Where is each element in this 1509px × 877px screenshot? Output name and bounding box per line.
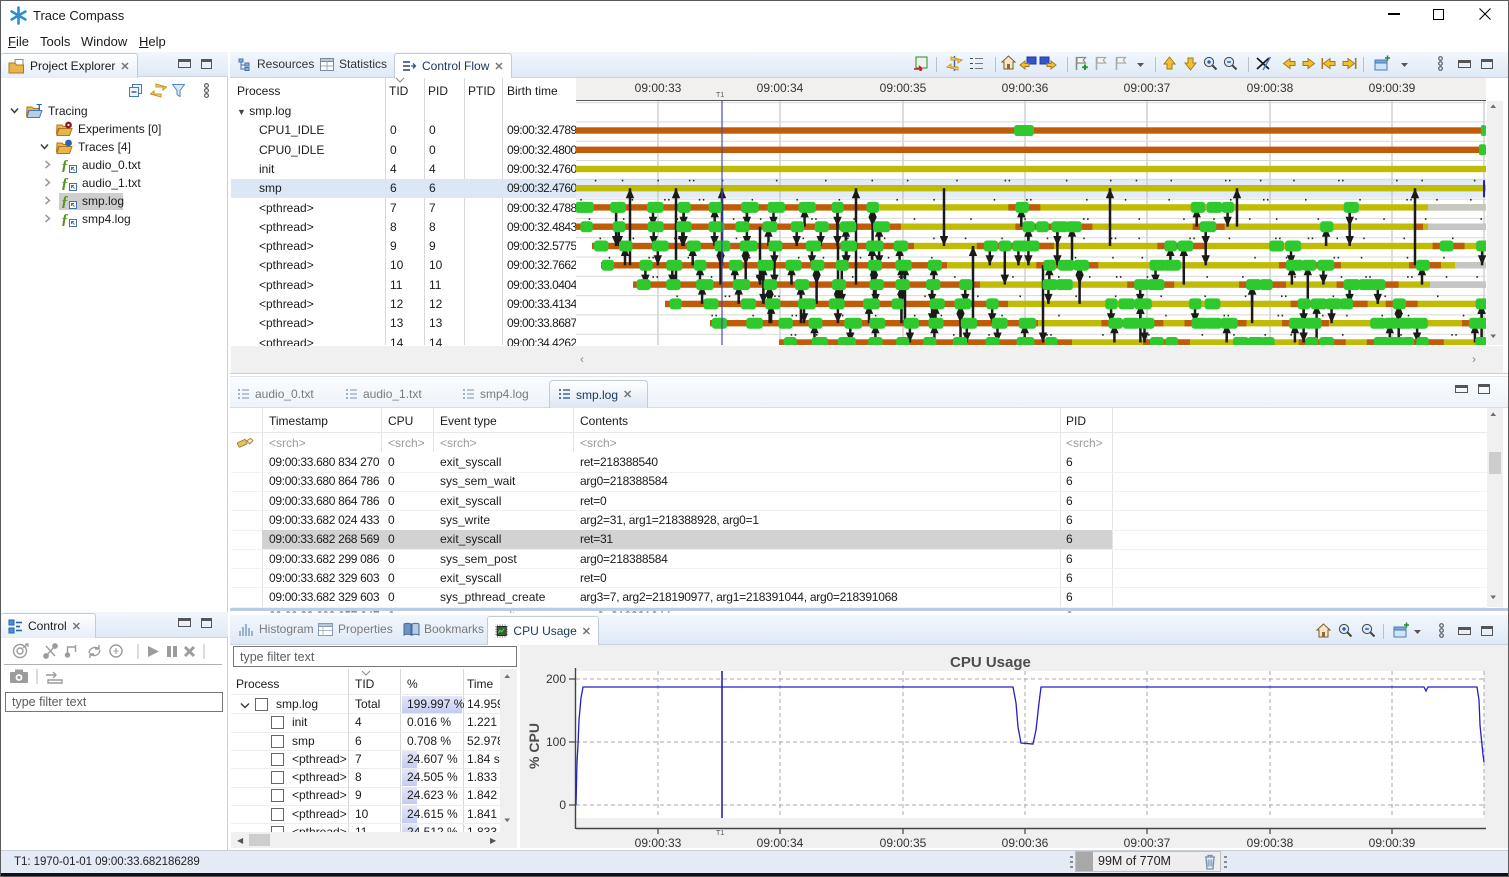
svg-text:ƒ: ƒ: [61, 194, 69, 210]
svg-text:ƒ: ƒ: [61, 176, 69, 192]
svg-text:T: T: [37, 103, 43, 113]
svg-text:ƒ: ƒ: [61, 212, 69, 228]
svg-text:ƒ: ƒ: [61, 158, 69, 174]
